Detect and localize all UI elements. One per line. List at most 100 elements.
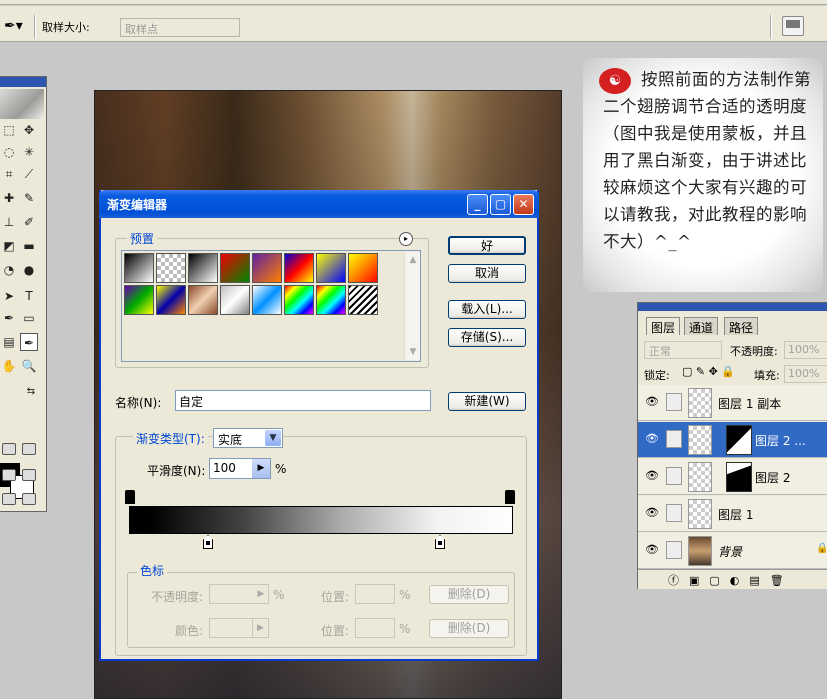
name-input[interactable]: 自定 — [175, 390, 431, 411]
preset-swatch[interactable] — [188, 285, 218, 315]
eye-icon[interactable]: 👁 — [644, 506, 660, 520]
preset-swatch[interactable] — [284, 253, 314, 283]
minimize-icon[interactable]: _ — [467, 194, 488, 215]
tab-layers[interactable]: 图层 — [646, 317, 681, 335]
layer-action-icons[interactable]: ⓕ▣▢◐▤🗑 — [668, 572, 794, 588]
eye-icon[interactable]: 👁 — [644, 469, 660, 483]
preset-swatch[interactable] — [188, 253, 218, 283]
preset-swatch[interactable] — [348, 285, 378, 315]
color-location-input[interactable] — [355, 618, 395, 638]
preset-swatch[interactable] — [220, 253, 250, 283]
preset-swatch[interactable] — [316, 285, 346, 315]
shape-tool-icon[interactable]: ▭ — [20, 309, 38, 327]
sample-size-select[interactable]: 取样点 — [120, 18, 240, 37]
lock-icons[interactable]: ▢ ✎ ✥ 🔒 — [682, 365, 735, 378]
save-button[interactable]: 存储(S)... — [448, 328, 526, 347]
link-slot[interactable] — [666, 467, 682, 485]
healing-brush-icon[interactable]: ✚ — [0, 189, 18, 207]
eye-icon[interactable]: 👁 — [644, 432, 660, 446]
smoothness-slider-icon[interactable]: ▶ — [252, 459, 270, 478]
smoothness-input[interactable]: 100 ▶ — [209, 458, 271, 479]
scroll-down-icon[interactable]: ▼ — [405, 344, 421, 360]
layer-row[interactable]: 👁 背景 🔒 — [638, 533, 827, 569]
layer-mask-thumbnail[interactable] — [726, 425, 752, 455]
scroll-up-icon[interactable]: ▲ — [405, 252, 421, 268]
preset-swatch[interactable] — [348, 253, 378, 283]
maximize-icon[interactable]: ▢ — [490, 194, 511, 215]
preset-swatch[interactable] — [156, 285, 186, 315]
fill-field[interactable]: 100% — [784, 365, 827, 383]
eye-icon[interactable]: 👁 — [644, 543, 660, 557]
preset-swatch[interactable] — [124, 253, 154, 283]
eyedropper-tool-icon[interactable]: ✒ — [20, 333, 38, 351]
new-button[interactable]: 新建(W) — [448, 392, 526, 411]
gradient-type-select[interactable]: 实底 ▼ — [213, 428, 283, 448]
layer-mask-thumbnail[interactable] — [726, 462, 752, 492]
preset-swatch[interactable] — [316, 253, 346, 283]
eraser-tool-icon[interactable]: ◩ — [0, 237, 18, 255]
preset-swatch[interactable] — [252, 253, 282, 283]
lasso-tool-icon[interactable]: ◌ — [0, 143, 18, 161]
type-tool-icon[interactable]: T — [20, 287, 38, 305]
stamp-tool-icon[interactable]: ⊥ — [0, 213, 18, 231]
preset-swatch[interactable] — [124, 285, 154, 315]
jump-to-icon[interactable] — [22, 493, 36, 505]
layer-mask-link-icon[interactable] — [666, 430, 682, 448]
layer-row[interactable]: 👁 图层 2 ... — [638, 422, 827, 458]
slice-tool-icon[interactable]: ⟋ — [20, 165, 38, 183]
standard-mode-icon[interactable] — [2, 443, 16, 455]
load-button[interactable]: 载入(L)... — [448, 300, 526, 319]
delete-color-stop-button[interactable]: 删除(D) — [429, 619, 509, 638]
path-select-icon[interactable]: ➤ — [0, 287, 18, 305]
presets-scrollbar[interactable]: ▲ ▼ — [404, 252, 420, 360]
gradient-tool-icon[interactable]: ▬ — [20, 237, 38, 255]
notes-tool-icon[interactable]: ▤ — [0, 333, 18, 351]
screen-mode-icon[interactable] — [2, 469, 16, 481]
tool-palette-titlebar[interactable] — [0, 77, 46, 87]
layer-row[interactable]: 👁 图层 1 副本 — [638, 385, 827, 421]
link-slot[interactable] — [666, 393, 682, 411]
stop-opacity-slider-icon[interactable]: ▶ — [254, 585, 268, 603]
color-picker-arrow-icon[interactable]: ▶ — [252, 619, 268, 637]
blur-tool-icon[interactable]: ◔ — [0, 261, 18, 279]
layer-row[interactable]: 👁 图层 2 — [638, 459, 827, 495]
ok-button[interactable]: 好 — [448, 236, 526, 255]
cancel-button[interactable]: 取消 — [448, 264, 526, 283]
swap-colors-icon[interactable]: ⇆ — [22, 383, 40, 401]
close-icon[interactable]: ✕ — [513, 194, 534, 215]
gradient-preview-bar[interactable] — [129, 506, 513, 534]
link-slot[interactable] — [666, 541, 682, 559]
pen-tool-icon[interactable]: ✒ — [0, 309, 18, 327]
move-tool-icon[interactable]: ✥ — [20, 121, 38, 139]
layer-row[interactable]: 👁 图层 1 — [638, 496, 827, 532]
stop-color-swatch[interactable]: ▶ — [209, 618, 269, 638]
preset-swatch[interactable] — [252, 285, 282, 315]
preset-swatch[interactable] — [156, 253, 186, 283]
eyedropper-icon[interactable]: ✒▾ — [4, 18, 23, 34]
opacity-stop-right[interactable] — [505, 490, 515, 504]
imageready-icon[interactable] — [2, 493, 16, 505]
opacity-stop-left[interactable] — [125, 490, 135, 504]
zoom-tool-icon[interactable]: 🔍 — [20, 357, 38, 375]
history-brush-icon[interactable]: ✐ — [20, 213, 38, 231]
opacity-field[interactable]: 100% — [784, 341, 827, 359]
crop-tool-icon[interactable]: ⌗ — [0, 165, 18, 183]
preset-swatch[interactable] — [220, 285, 250, 315]
layers-panel-titlebar[interactable] — [638, 303, 827, 311]
opacity-location-input[interactable] — [355, 584, 395, 604]
eye-icon[interactable]: 👁 — [644, 395, 660, 409]
magic-wand-icon[interactable]: ✳ — [20, 143, 38, 161]
brush-tool-icon[interactable]: ✎ — [20, 189, 38, 207]
quick-mask-icon[interactable] — [22, 443, 36, 455]
marquee-tool-icon[interactable]: ⬚ — [0, 121, 18, 139]
feather-logo-icon[interactable] — [0, 89, 44, 119]
printer-icon[interactable] — [782, 16, 804, 36]
hand-tool-icon[interactable]: ✋ — [0, 357, 18, 375]
tab-channels[interactable]: 通道 — [684, 317, 719, 335]
tab-paths[interactable]: 路径 — [724, 317, 759, 335]
fullscreen-mode-icon[interactable] — [22, 469, 36, 481]
stop-opacity-input[interactable]: ▶ — [209, 584, 269, 604]
link-slot[interactable] — [666, 504, 682, 522]
presets-menu-icon[interactable]: ▸ — [399, 232, 413, 246]
blend-mode-select[interactable]: 正常 — [644, 341, 722, 359]
